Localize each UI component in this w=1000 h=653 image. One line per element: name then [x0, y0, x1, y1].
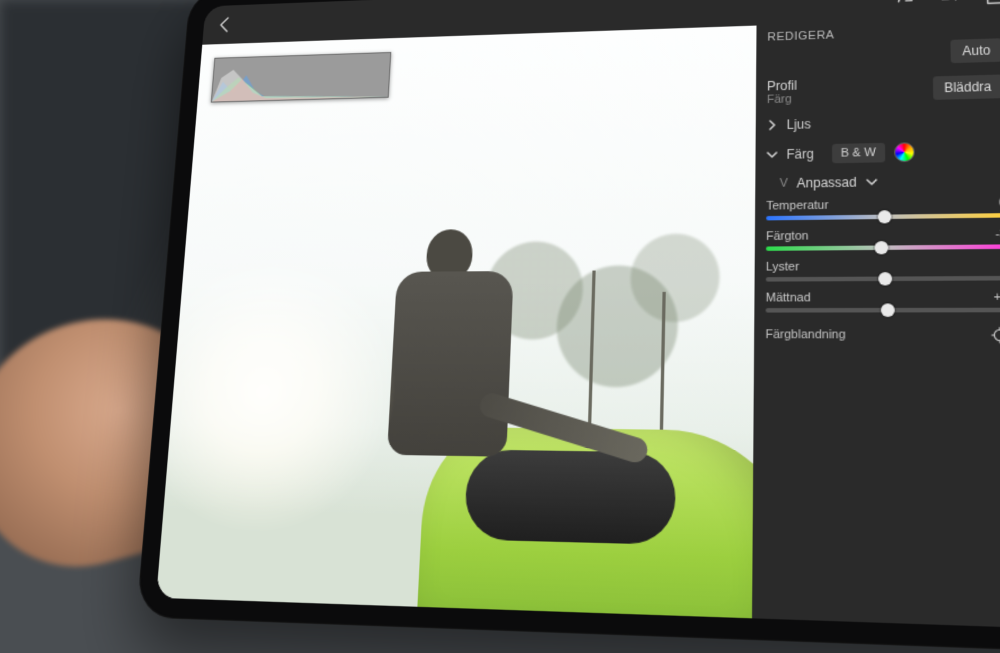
white-balance-row[interactable]: V Anpassad	[755, 166, 1000, 196]
light-section-label: Ljus	[787, 117, 811, 132]
tint-slider[interactable]: Färgton -3	[755, 224, 1000, 257]
browse-profiles-button[interactable]: Bläddra	[932, 74, 1000, 99]
profile-value: Färg	[767, 93, 797, 106]
redo-icon[interactable]	[892, 0, 917, 11]
share-icon[interactable]	[982, 0, 1000, 8]
wb-prefix: V	[780, 177, 788, 190]
color-section-label: Färg	[786, 146, 813, 161]
colormix-label: Färgblandning	[765, 328, 845, 342]
saturation-slider[interactable]: Mättnad +2	[754, 287, 1000, 319]
profile-label: Profil	[767, 78, 797, 93]
bw-toggle-button[interactable]: B & W	[832, 143, 885, 163]
slider-label: Lyster	[766, 260, 799, 273]
slider-value: +2	[993, 291, 1000, 305]
slider-knob[interactable]	[881, 303, 895, 317]
histogram[interactable]	[211, 52, 392, 103]
auto-button[interactable]: Auto	[951, 38, 1000, 63]
slider-knob[interactable]	[874, 241, 888, 254]
wb-value: Anpassad	[797, 175, 857, 191]
temperature-slider[interactable]: Temperatur 0	[755, 193, 1000, 227]
photo-canvas[interactable]	[156, 26, 756, 619]
vibrance-slider[interactable]: Lyster 0	[755, 256, 1000, 289]
tablet-device: REDIGERA Auto Profil Färg Bläddra	[136, 0, 1000, 653]
chevron-right-icon	[767, 120, 778, 131]
color-wheel-icon[interactable]	[894, 142, 915, 162]
slider-label: Färgton	[766, 230, 809, 244]
back-icon[interactable]	[212, 13, 237, 37]
slider-knob[interactable]	[878, 210, 892, 223]
target-adjust-icon[interactable]	[990, 326, 1000, 344]
edit-panel: REDIGERA Auto Profil Färg Bläddra	[752, 17, 1000, 628]
slider-knob[interactable]	[878, 272, 892, 285]
chevron-down-icon	[866, 177, 877, 188]
color-section-toggle[interactable]: Färg B & W	[755, 134, 1000, 171]
app-screen: REDIGERA Auto Profil Färg Bläddra	[156, 0, 1000, 630]
photo-sunflare	[156, 255, 404, 537]
slider-label: Mättnad	[766, 291, 811, 304]
chevron-down-icon	[767, 149, 778, 160]
slider-label: Temperatur	[766, 199, 828, 213]
undo-icon[interactable]	[937, 0, 962, 10]
slider-value: -3	[995, 228, 1000, 242]
